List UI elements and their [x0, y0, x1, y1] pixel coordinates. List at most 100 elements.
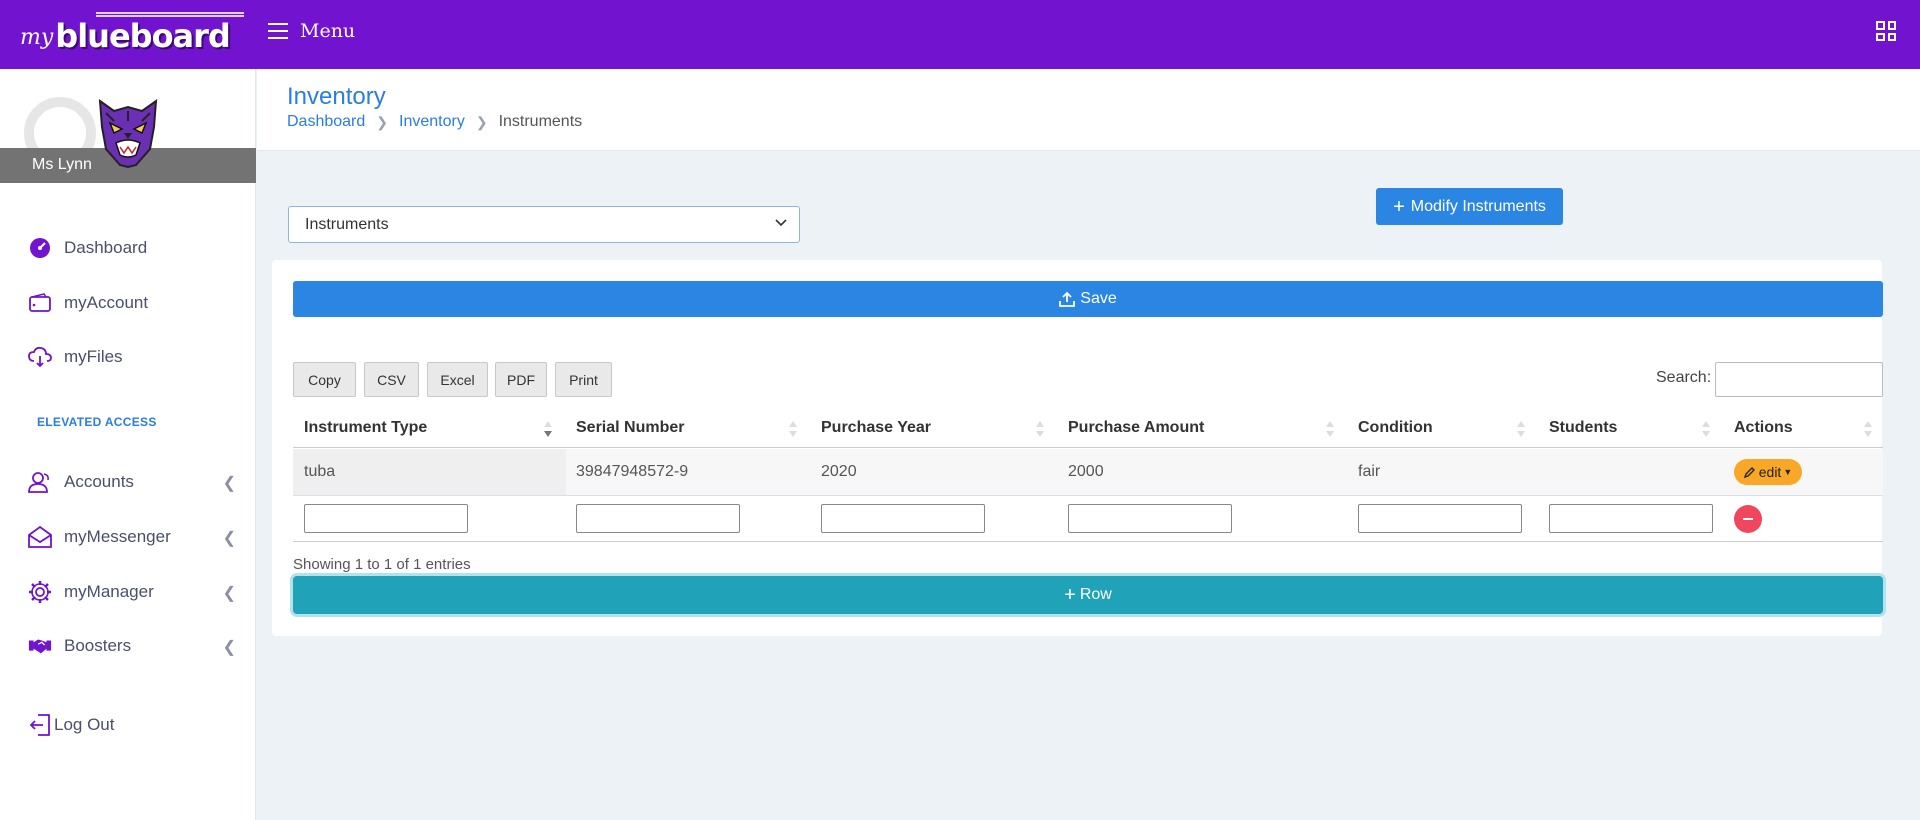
breadcrumb-inventory[interactable]: Inventory [399, 113, 465, 131]
breadcrumb-separator-icon: ❯ [376, 113, 389, 130]
menu-button[interactable]: Menu [268, 20, 355, 42]
logout-label: Log Out [54, 715, 115, 734]
dashboard-icon [28, 236, 52, 260]
sidebar-item-accounts[interactable]: Accounts ❮ [28, 470, 236, 494]
tiger-mascot-icon [98, 98, 158, 169]
minus-icon [1743, 518, 1753, 520]
chevron-left-icon: ❮ [222, 639, 236, 656]
page-title: Inventory [287, 83, 386, 110]
chevron-left-icon: ❮ [222, 475, 236, 492]
save-button[interactable]: Save [293, 281, 1883, 317]
sort-icon [789, 421, 797, 437]
search-input[interactable] [1715, 362, 1883, 397]
brand-name: blueboard [55, 17, 231, 55]
profile-name: Ms Lynn [32, 156, 92, 173]
new-instrument-type-input[interactable] [304, 504, 468, 533]
print-button[interactable]: Print [555, 362, 612, 397]
sidebar-item-label: myMessenger [64, 527, 171, 546]
sort-icon [1864, 421, 1872, 437]
remove-row-button[interactable] [1734, 505, 1762, 533]
sidebar-item-dashboard[interactable]: Dashboard [28, 236, 228, 260]
upload-icon [1059, 291, 1076, 307]
column-header-students[interactable]: Students [1549, 419, 1617, 437]
table-row: tuba 39847948572-9 2020 2000 fair edit ▼ [293, 449, 1883, 496]
pencil-icon [1743, 467, 1755, 478]
logout-icon [28, 713, 52, 737]
envelope-icon [28, 525, 52, 549]
sidebar-item-myaccount[interactable]: myAccount [28, 291, 228, 315]
csv-button[interactable]: CSV [364, 362, 419, 397]
apps-grid-icon[interactable] [1876, 21, 1896, 41]
sort-desc-icon [544, 421, 552, 437]
section-label-elevated-access: ELEVATED ACCESS [37, 415, 157, 429]
column-header-purchase-year[interactable]: Purchase Year [821, 419, 931, 437]
chevron-left-icon: ❮ [222, 585, 236, 602]
cell-serial-number: 39847948572-9 [576, 463, 689, 480]
edit-label: edit [1758, 464, 1782, 480]
sidebar-item-label: Accounts [64, 472, 134, 491]
search-label: Search: [1656, 369, 1712, 386]
breadcrumb-current: Instruments [498, 113, 583, 130]
add-row-label: Row [1079, 586, 1112, 603]
new-purchase-year-input[interactable] [821, 504, 985, 533]
caret-down-icon: ▼ [1783, 467, 1793, 477]
logout-link[interactable]: Log Out [28, 713, 228, 737]
column-header-condition[interactable]: Condition [1358, 419, 1433, 437]
excel-button[interactable]: Excel [427, 362, 488, 397]
sidebar-item-boosters[interactable]: Boosters ❮ [28, 634, 236, 658]
table-info: Showing 1 to 1 of 1 entries [293, 556, 471, 573]
sort-icon [1036, 421, 1044, 437]
sidebar-item-label: myManager [64, 582, 154, 601]
sidebar-item-myfiles[interactable]: myFiles [28, 345, 228, 369]
sidebar-item-label: myAccount [64, 293, 149, 312]
plus-icon: + [1393, 195, 1405, 218]
copy-button[interactable]: Copy [293, 362, 356, 397]
new-condition-input[interactable] [1358, 504, 1522, 533]
sidebar-item-label: myFiles [64, 347, 123, 366]
new-students-input[interactable] [1549, 504, 1713, 533]
sidebar-item-mymanager[interactable]: myManager ❮ [28, 580, 236, 604]
sort-icon [1702, 421, 1710, 437]
select-value: Instruments [305, 216, 389, 233]
sidebar: Ms Lynn Dashboard myAccount myFiles ELEV… [0, 69, 256, 820]
sidebar-item-mymessenger[interactable]: myMessenger ❮ [28, 525, 236, 549]
users-icon [28, 470, 52, 494]
cell-purchase-amount: 2000 [1068, 463, 1104, 480]
chevron-left-icon: ❮ [222, 530, 236, 547]
add-row-button[interactable]: + Row [293, 576, 1883, 614]
cloud-download-icon [28, 345, 52, 369]
edit-dropdown-button[interactable]: edit ▼ [1734, 459, 1802, 485]
top-navbar: my blueboard Menu [0, 0, 1920, 69]
new-row-form [293, 497, 1883, 542]
pdf-button[interactable]: PDF [495, 362, 547, 397]
column-header-instrument-type[interactable]: Instrument Type [304, 419, 427, 437]
logo-lines [96, 12, 244, 17]
cell-condition: fair [1358, 463, 1381, 480]
chevron-down-icon [775, 219, 787, 227]
save-label: Save [1080, 290, 1117, 307]
profile-panel: Ms Lynn [0, 69, 256, 183]
sidebar-item-label: Boosters [64, 636, 132, 655]
column-header-serial-number[interactable]: Serial Number [576, 419, 684, 437]
sidebar-item-label: Dashboard [64, 238, 148, 257]
modify-instruments-label: Modify Instruments [1410, 197, 1546, 215]
inventory-type-select[interactable]: Instruments [288, 206, 800, 243]
column-header-purchase-amount[interactable]: Purchase Amount [1068, 419, 1204, 437]
hamburger-icon [268, 23, 288, 39]
brand-my: my [20, 25, 54, 50]
breadcrumb: Dashboard ❯ Inventory ❯ Instruments [287, 113, 582, 131]
modify-instruments-button[interactable]: + Modify Instruments [1376, 188, 1563, 225]
handshake-icon [28, 634, 52, 658]
sort-icon [1517, 421, 1525, 437]
gear-icon [28, 580, 52, 604]
new-serial-number-input[interactable] [576, 504, 740, 533]
brand-logo[interactable]: my blueboard [20, 10, 244, 56]
wallet-icon [28, 291, 52, 315]
column-header-actions[interactable]: Actions [1734, 419, 1793, 437]
new-purchase-amount-input[interactable] [1068, 504, 1232, 533]
breadcrumb-dashboard[interactable]: Dashboard [287, 113, 365, 131]
menu-label: Menu [300, 20, 356, 42]
plus-icon: + [1064, 584, 1076, 606]
table-header: Instrument Type Serial Number Purchase Y… [293, 408, 1883, 448]
breadcrumb-separator-icon: ❯ [475, 113, 488, 130]
